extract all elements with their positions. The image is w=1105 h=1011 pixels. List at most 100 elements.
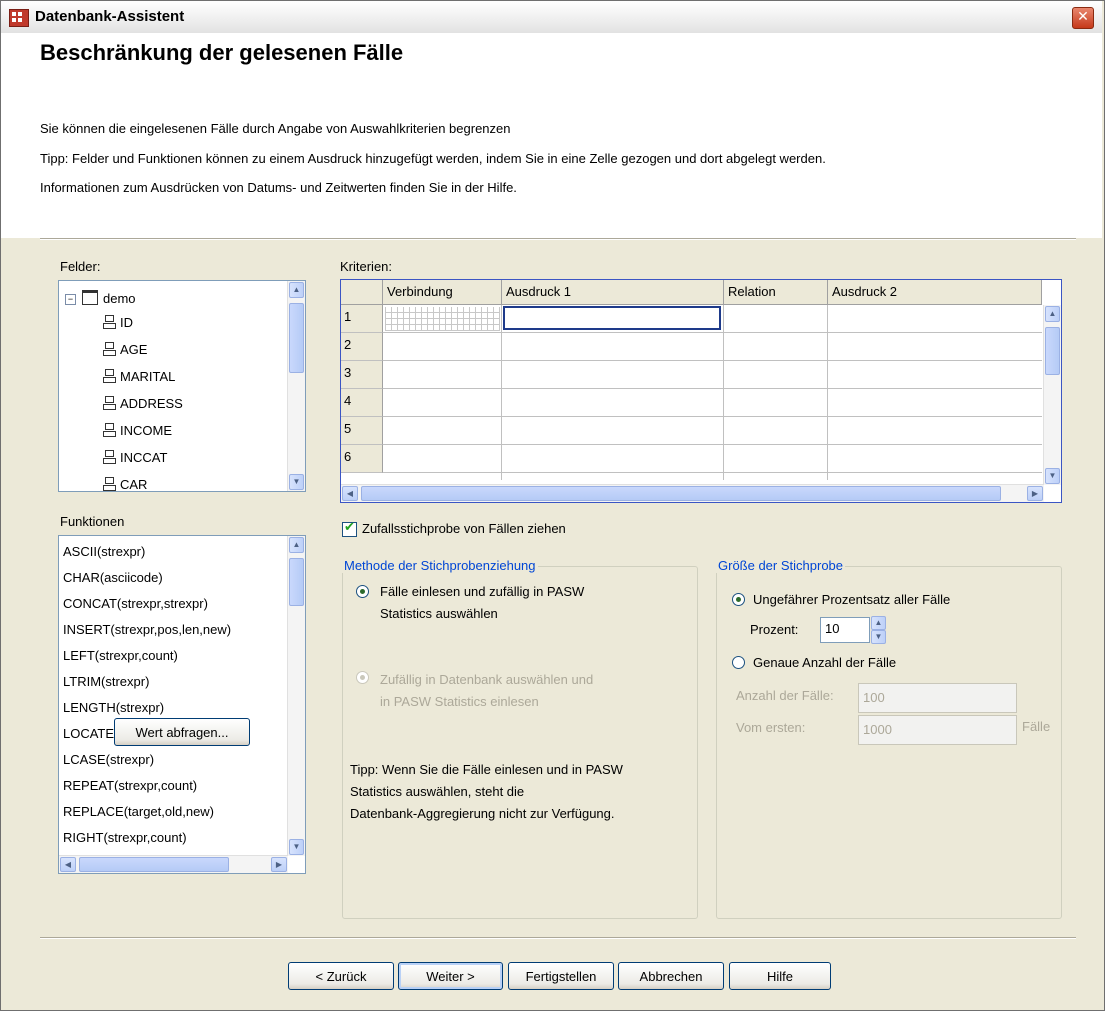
from-input[interactable]: 1000 [858, 715, 1017, 745]
database-random-label[interactable]: Zufällig in Datenbank auswählen und [380, 672, 593, 687]
spin-down-icon[interactable]: ▼ [871, 630, 886, 644]
scroll-thumb[interactable] [361, 486, 1001, 501]
tree-field-label: INCOME [120, 423, 172, 438]
percent-spinner[interactable]: ▲ ▼ [871, 616, 887, 644]
row-header[interactable]: 1 [341, 305, 383, 333]
fields-vscrollbar[interactable]: ▲ ▼ [287, 281, 305, 491]
row-header[interactable]: 5 [341, 417, 383, 445]
scroll-up-icon[interactable]: ▲ [289, 282, 304, 298]
read-and-select-radio[interactable] [356, 585, 369, 598]
tree-field-label: AGE [120, 342, 148, 357]
page-title: Beschränkung der gelesenen Fälle [40, 40, 404, 65]
scroll-up-icon[interactable]: ▲ [1045, 306, 1060, 322]
tree-root[interactable]: − demo [65, 290, 136, 306]
function-item[interactable]: INSERT(strexpr,pos,len,new) [63, 622, 231, 637]
function-item[interactable]: REPEAT(strexpr,count) [63, 778, 197, 793]
approx-percent-radio[interactable] [732, 593, 745, 606]
database-random-radio[interactable] [356, 671, 369, 684]
database-random-label-2[interactable]: in PASW Statistics einlesen [380, 694, 539, 709]
method-tip-line-2: Statistics auswählen, steht die [350, 784, 525, 799]
random-sample-label[interactable]: Zufallsstichprobe von Fällen ziehen [362, 521, 566, 536]
function-item[interactable]: REPLACE(target,old,new) [63, 804, 214, 819]
field-icon [103, 342, 116, 356]
scroll-down-icon[interactable]: ▼ [289, 839, 304, 855]
table-icon [82, 290, 98, 305]
connection-cell[interactable] [385, 307, 500, 331]
grid-hscrollbar[interactable]: ◀ ▶ [341, 484, 1044, 502]
back-button[interactable]: < Zurück [288, 962, 394, 990]
function-item[interactable]: LEFT(strexpr,count) [63, 648, 178, 663]
query-value-button[interactable]: Wert abfragen... [114, 718, 250, 746]
header-separator [40, 238, 1076, 240]
function-item[interactable]: CONCAT(strexpr,strexpr) [63, 596, 208, 611]
spin-up-icon[interactable]: ▲ [871, 616, 886, 630]
row-header[interactable]: 4 [341, 389, 383, 417]
row-header[interactable]: 2 [341, 333, 383, 361]
tree-field[interactable]: INCOME [103, 423, 172, 438]
functions-list[interactable]: ASCII(strexpr) CHAR(asciicode) CONCAT(st… [58, 535, 306, 874]
tree-field[interactable]: INCCAT [103, 450, 167, 465]
scroll-down-icon[interactable]: ▼ [289, 474, 304, 490]
function-item[interactable]: LCASE(strexpr) [63, 752, 154, 767]
help-button[interactable]: Hilfe [729, 962, 831, 990]
functions-vscrollbar[interactable]: ▲ ▼ [287, 536, 305, 856]
random-sample-checkbox[interactable]: ✔ [342, 520, 357, 537]
criteria-label: Kriterien: [340, 259, 393, 274]
fields-tree[interactable]: − demo ID AGE MARITAL ADDRESS INCOME INCC… [58, 280, 306, 492]
tree-field[interactable]: CAR [103, 477, 147, 491]
function-item[interactable]: CHAR(asciicode) [63, 570, 163, 585]
tree-field-label: INCCAT [120, 450, 168, 465]
grid-corner [341, 280, 383, 305]
approx-percent-label[interactable]: Ungefährer Prozentsatz aller Fälle [753, 592, 950, 607]
column-header[interactable]: Verbindung [383, 280, 502, 305]
exact-count-radio[interactable] [732, 656, 745, 669]
method-tip-line-1: Tipp: Wenn Sie die Fälle einlesen und in… [350, 762, 623, 777]
cancel-button[interactable]: Abbrechen [618, 962, 724, 990]
functions-hscrollbar[interactable]: ◀ ▶ [59, 855, 288, 873]
close-icon[interactable]: ✕ [1072, 7, 1094, 29]
tree-field-label: ID [120, 315, 133, 330]
scroll-thumb[interactable] [289, 303, 304, 373]
function-item[interactable]: RIGHT(strexpr,count) [63, 830, 187, 845]
column-header[interactable]: Relation [724, 280, 828, 305]
scroll-thumb[interactable] [1045, 327, 1060, 375]
cases-suffix: Fälle [1022, 719, 1051, 734]
function-item[interactable]: ASCII(strexpr) [63, 544, 145, 559]
percent-input[interactable]: 10 [820, 617, 870, 643]
scroll-up-icon[interactable]: ▲ [289, 537, 304, 553]
tree-field[interactable]: ADDRESS [103, 396, 183, 411]
active-cell[interactable] [503, 306, 721, 330]
grid-cells[interactable] [383, 305, 1042, 480]
grid-vscrollbar[interactable]: ▲ ▼ [1043, 305, 1061, 485]
footer-separator [40, 937, 1076, 939]
scroll-thumb[interactable] [79, 857, 229, 872]
row-header[interactable]: 6 [341, 445, 383, 473]
function-item[interactable]: LTRIM(strexpr) [63, 674, 149, 689]
column-header[interactable]: Ausdruck 1 [502, 280, 724, 305]
info-line-3: Informationen zum Ausdrücken von Datums-… [40, 180, 517, 195]
title-bar: Datenbank-Assistent ✕ [1, 1, 1102, 34]
count-input[interactable]: 100 [858, 683, 1017, 713]
exact-count-label[interactable]: Genaue Anzahl der Fälle [753, 655, 896, 670]
finish-button[interactable]: Fertigstellen [508, 962, 614, 990]
scroll-thumb[interactable] [289, 558, 304, 606]
scroll-left-icon[interactable]: ◀ [60, 857, 76, 872]
read-and-select-label-2[interactable]: Statistics auswählen [380, 606, 498, 621]
tree-field[interactable]: MARITAL [103, 369, 175, 384]
row-header[interactable]: 3 [341, 361, 383, 389]
database-wizard-icon [9, 9, 29, 27]
read-and-select-label[interactable]: Fälle einlesen und zufällig in PASW [380, 584, 584, 599]
scroll-left-icon[interactable]: ◀ [342, 486, 358, 501]
tree-field[interactable]: AGE [103, 342, 147, 357]
collapse-icon[interactable]: − [65, 294, 76, 305]
column-header[interactable]: Ausdruck 2 [828, 280, 1042, 305]
criteria-grid[interactable]: Verbindung Ausdruck 1 Relation Ausdruck … [340, 279, 1062, 503]
scroll-right-icon[interactable]: ▶ [271, 857, 287, 872]
scroll-down-icon[interactable]: ▼ [1045, 468, 1060, 484]
scroll-right-icon[interactable]: ▶ [1027, 486, 1043, 501]
field-icon [103, 369, 116, 383]
checkmark-icon: ✔ [344, 520, 355, 535]
next-button[interactable]: Weiter > [398, 962, 503, 990]
function-item[interactable]: LENGTH(strexpr) [63, 700, 164, 715]
tree-field[interactable]: ID [103, 315, 133, 330]
